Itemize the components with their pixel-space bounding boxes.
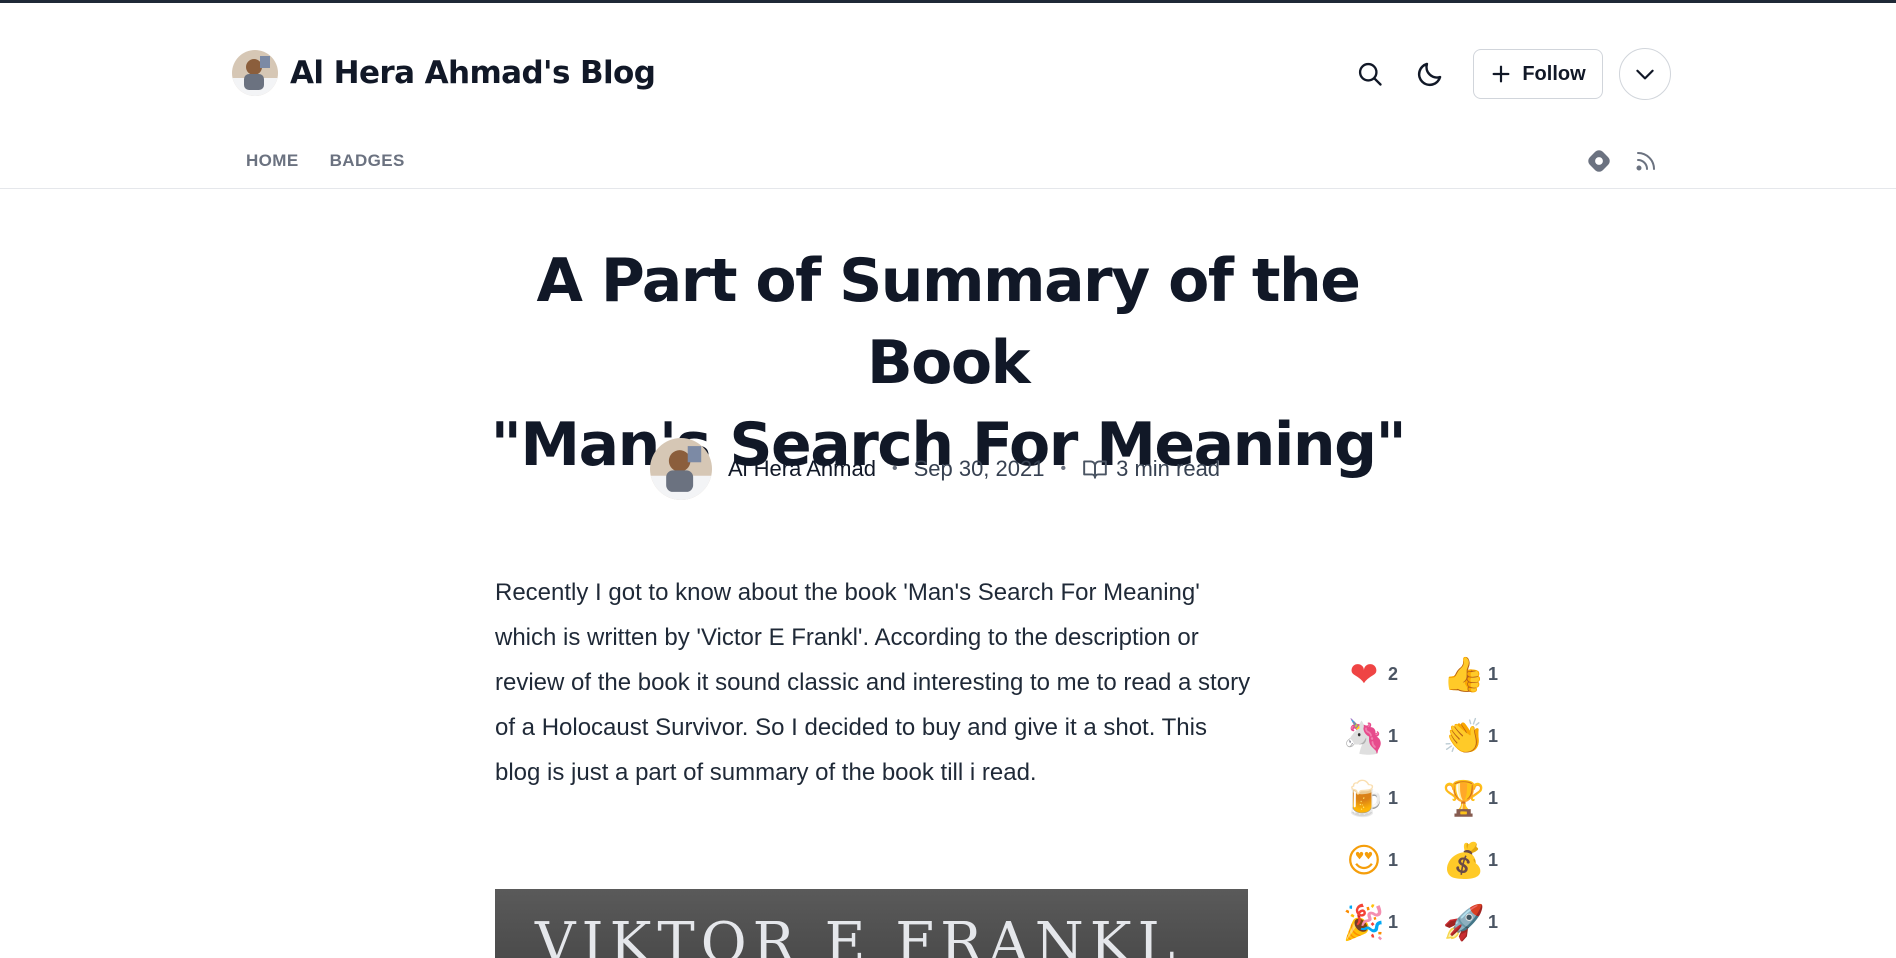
heart-eyes-icon: 😍	[1346, 840, 1382, 881]
publish-date: Sep 30, 2021	[913, 456, 1045, 481]
more-menu-button[interactable]	[1619, 48, 1671, 100]
reaction-button[interactable]: 👍 1	[1442, 652, 1542, 697]
reaction-count: 1	[1388, 850, 1399, 870]
unicorn-icon: 🦄	[1342, 716, 1386, 757]
reactions-panel: ❤ 2 👍 1 🦄 1 👏 1 🍺 1 🏆 1 😍 1 💰 1 🎉 1 🚀 1	[1342, 652, 1542, 945]
site-header: Al Hera Ahmad's Blog Follow HOME BADGES	[0, 3, 1896, 189]
beer-icon: 🍺	[1342, 778, 1386, 819]
reaction-button[interactable]: ❤ 2	[1342, 652, 1442, 697]
reaction-count: 1	[1388, 788, 1399, 808]
read-time: 3 min read	[1082, 456, 1220, 482]
nav-item-home[interactable]: HOME	[246, 151, 299, 171]
reaction-button[interactable]: 🦄 1	[1342, 714, 1442, 759]
reaction-button[interactable]: 👏 1	[1442, 714, 1542, 759]
book-cover-image: VIKTOR E FRANKL	[495, 889, 1248, 958]
reaction-button[interactable]: 🏆 1	[1442, 776, 1542, 821]
reaction-button[interactable]: 💰 1	[1442, 838, 1542, 883]
search-button[interactable]	[1345, 49, 1395, 99]
party-popper-icon: 🎉	[1342, 902, 1386, 943]
reaction-button[interactable]: 😍 1	[1342, 838, 1442, 883]
money-bag-icon: 💰	[1442, 840, 1486, 881]
reaction-count: 2	[1388, 664, 1399, 684]
article-title-line-1: A Part of Summary of the Book	[536, 246, 1361, 398]
heart-icon: ❤	[1349, 654, 1379, 695]
rocket-icon: 🚀	[1442, 902, 1486, 943]
reaction-count: 1	[1488, 788, 1499, 808]
blog-title[interactable]: Al Hera Ahmad's Blog	[290, 55, 656, 91]
chevron-down-icon	[1636, 69, 1654, 80]
nav-right-icons	[1586, 148, 1658, 179]
reaction-count: 1	[1388, 912, 1399, 932]
meta-separator: •	[1060, 460, 1067, 477]
reaction-count: 1	[1488, 726, 1499, 746]
author-name[interactable]: Al Hera Ahmad	[728, 456, 876, 482]
reaction-button[interactable]: 🎉 1	[1342, 900, 1442, 945]
thumbs-up-icon: 👍	[1442, 654, 1486, 695]
theme-toggle-button[interactable]	[1405, 49, 1455, 99]
article-meta: Al Hera Ahmad • Sep 30, 2021 • 3 min rea…	[650, 438, 1220, 500]
plus-icon	[1492, 65, 1510, 83]
trophy-icon: 🏆	[1442, 778, 1486, 819]
hashnode-icon[interactable]	[1586, 148, 1612, 179]
brand[interactable]: Al Hera Ahmad's Blog	[232, 50, 656, 96]
follow-label: Follow	[1522, 62, 1586, 85]
reaction-button[interactable]: 🍺 1	[1342, 776, 1442, 821]
reaction-count: 1	[1488, 912, 1499, 932]
meta-separator: •	[891, 460, 898, 477]
read-time-label: 3 min read	[1116, 456, 1221, 481]
book-cover-text: VIKTOR E FRANKL	[535, 911, 1181, 958]
main-nav: HOME BADGES	[246, 151, 405, 171]
header-actions: Follow	[1345, 48, 1671, 100]
nav-item-badges[interactable]: BADGES	[330, 151, 405, 171]
book-open-icon	[1083, 460, 1107, 479]
blog-avatar[interactable]	[232, 50, 278, 96]
clap-icon: 👏	[1442, 716, 1486, 757]
moon-icon	[1417, 62, 1442, 87]
author-avatar[interactable]	[650, 438, 712, 500]
reaction-count: 1	[1388, 726, 1399, 746]
article-paragraph: Recently I got to know about the book 'M…	[495, 579, 1251, 786]
follow-button[interactable]: Follow	[1473, 49, 1603, 99]
reaction-count: 1	[1488, 664, 1499, 684]
search-icon	[1358, 62, 1382, 86]
rss-icon[interactable]	[1634, 149, 1658, 178]
reaction-button[interactable]: 🚀 1	[1442, 900, 1542, 945]
reaction-count: 1	[1488, 850, 1499, 870]
